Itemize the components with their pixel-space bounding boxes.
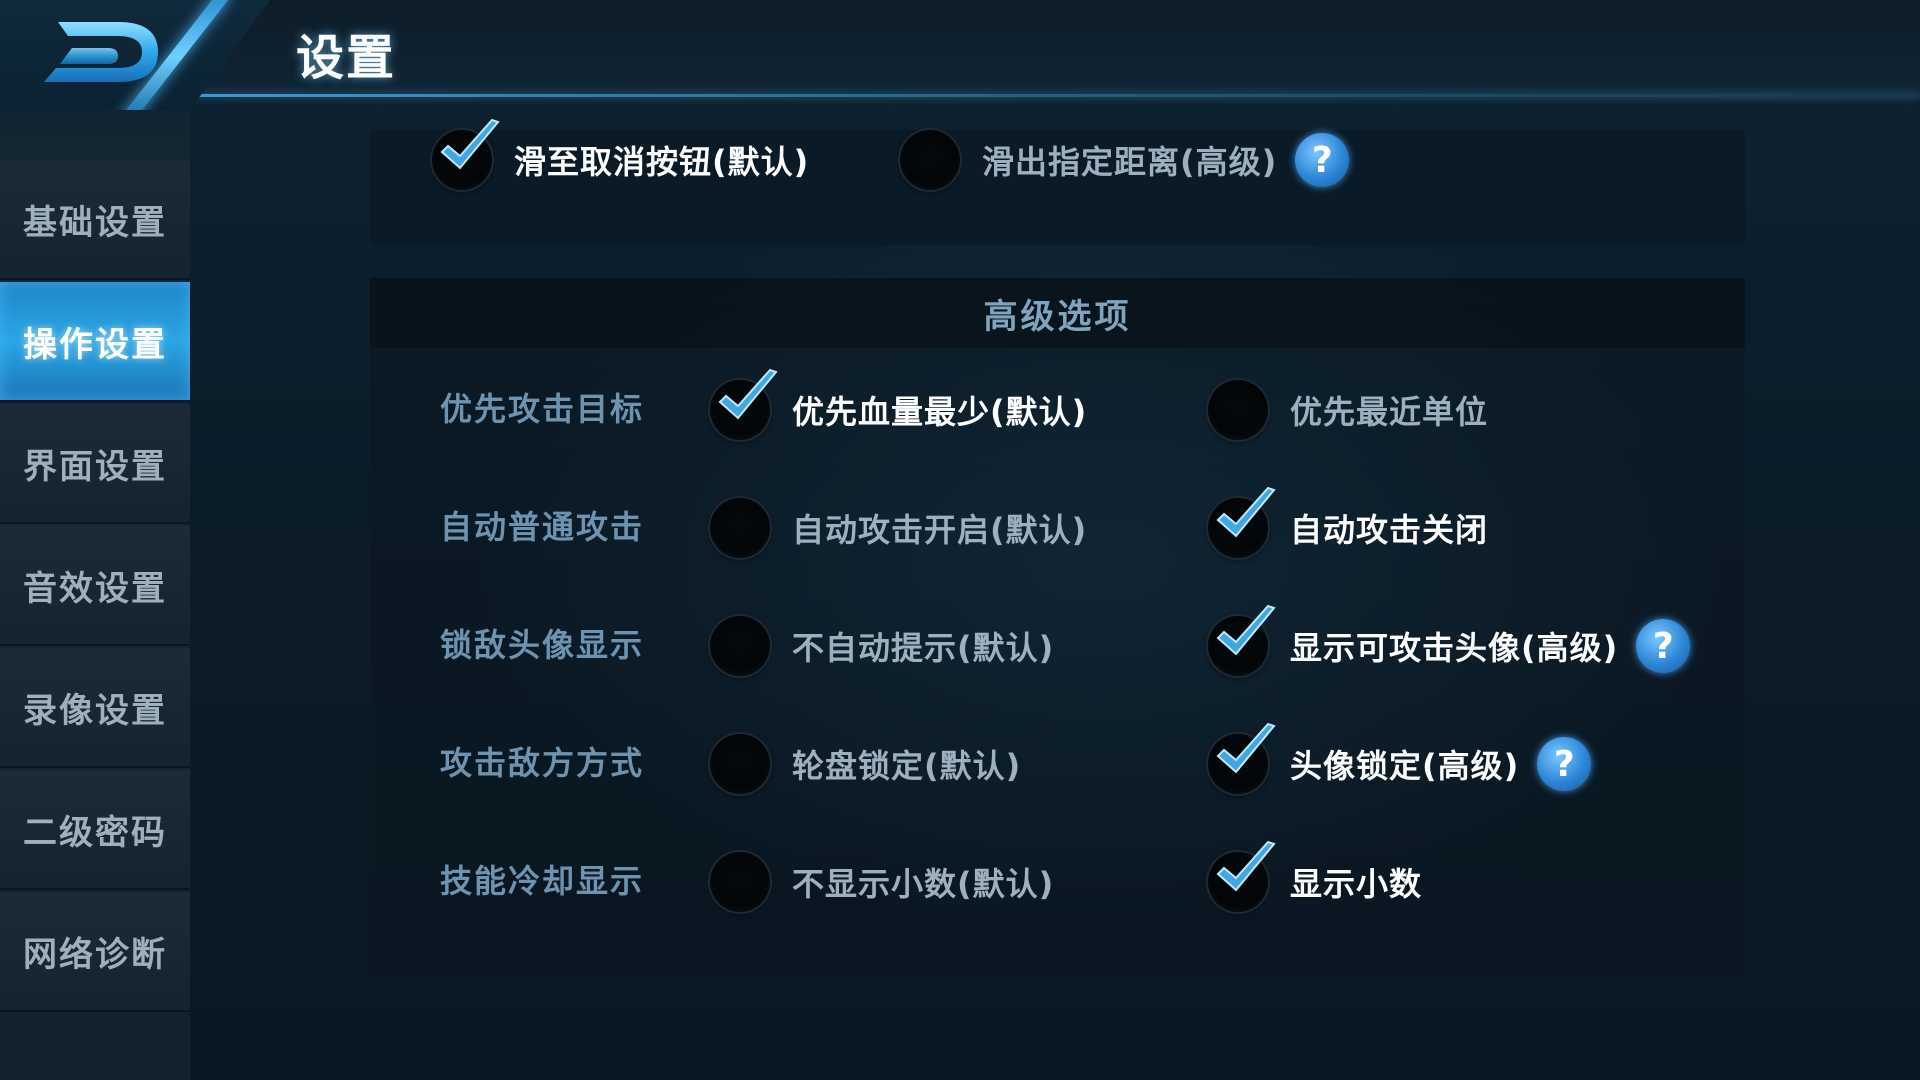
option-lowest-hp[interactable]: 优先血量最少(默认) [710,368,1088,442]
radio-button [710,852,770,912]
option-label: 不显示小数(默认) [792,865,1055,903]
header-bar [0,0,1920,100]
option-auto-attack-off[interactable]: 自动攻击关闭 [1208,486,1489,560]
sidebar-item-label: 操作设置 [23,324,167,365]
radio-button [1208,840,1276,912]
advanced-options-panel: 高级选项 优先攻击目标 优先血量最少(默认) 优先最近单位 自动普通攻击 自动攻… [370,278,1745,978]
header-divider [190,94,1920,97]
sidebar-top-decoration [0,110,190,160]
sidebar-item-interface[interactable]: 界面设置 [0,404,190,524]
radio-button [1208,722,1276,794]
option-label: 自动攻击开启(默认) [792,511,1088,549]
question-mark-icon[interactable]: ? [1537,737,1592,791]
option-label: 滑至取消按钮(默认) [514,143,810,181]
radio-button [432,118,500,190]
radio-button [900,130,960,190]
option-label: 头像锁定(高级) [1290,747,1520,785]
sidebar-item-label: 基础设置 [23,202,167,243]
option-label: 优先最近单位 [1290,393,1489,431]
checkmark-icon [1216,840,1276,892]
option-no-auto-hint[interactable]: 不自动提示(默认) [710,614,1054,678]
sidebar-item-label: 音效设置 [23,568,167,609]
row-label: 优先攻击目标 [440,390,645,428]
radio-button [710,734,770,794]
radio-button [1208,486,1276,558]
row-label: 自动普通攻击 [440,508,645,546]
option-label: 滑出指定距离(高级) [982,143,1278,181]
option-label: 显示小数 [1290,865,1423,903]
option-slide-to-cancel[interactable]: 滑至取消按钮(默认) [432,118,810,192]
option-auto-attack-on[interactable]: 自动攻击开启(默认) [710,496,1087,560]
sidebar-item-controls[interactable]: 操作设置 [0,282,190,402]
question-mark-icon[interactable]: ? [1295,133,1350,187]
question-mark-icon[interactable]: ? [1636,619,1691,673]
sidebar-item-replay[interactable]: 录像设置 [0,648,190,768]
option-label: 不自动提示(默认) [792,629,1055,667]
sidebar-item-password[interactable]: 二级密码 [0,770,190,890]
content-area: 滑至取消按钮(默认) 滑出指定距离(高级) ? 高级选项 优先攻击目标 优先血量… [190,100,1920,1080]
checkmark-icon [1216,486,1276,538]
back-button[interactable] [38,16,168,88]
section-title: 高级选项 [983,296,1132,337]
sidebar-item-network[interactable]: 网络诊断 [0,892,190,1012]
checkmark-icon [718,368,778,420]
radio-button [1208,604,1276,676]
settings-screen: 设置 基础设置 操作设置 界面设置 音效设置 录像设置 二级密码 网络诊断 滑至… [0,0,1920,1080]
sidebar: 基础设置 操作设置 界面设置 音效设置 录像设置 二级密码 网络诊断 [0,160,190,1080]
back-arrow-icon [44,22,158,82]
sidebar-item-basic[interactable]: 基础设置 [0,160,190,280]
option-slide-distance[interactable]: 滑出指定距离(高级) ? [900,128,1350,192]
option-label: 优先血量最少(默认) [792,393,1088,431]
sidebar-item-label: 界面设置 [23,446,167,487]
checkmark-icon [1216,722,1276,774]
page-title: 设置 [296,30,397,86]
radio-button [710,498,770,558]
sidebar-item-label: 网络诊断 [23,934,167,975]
row-label: 技能冷却显示 [440,862,645,900]
option-nearest-unit[interactable]: 优先最近单位 [1208,378,1488,442]
cancel-mode-panel: 滑至取消按钮(默认) 滑出指定距离(高级) ? [370,118,1745,245]
option-avatar-lock[interactable]: 头像锁定(高级) ? [1208,722,1592,796]
option-show-attackable-avatar[interactable]: 显示可攻击头像(高级) ? [1208,604,1691,678]
radio-button [1208,380,1268,440]
option-label: 自动攻击关闭 [1290,511,1489,549]
row-label: 锁敌头像显示 [440,626,645,664]
checkmark-icon [440,118,500,170]
option-show-decimals[interactable]: 显示小数 [1208,840,1423,914]
option-no-decimals[interactable]: 不显示小数(默认) [710,850,1054,914]
sidebar-item-sound[interactable]: 音效设置 [0,526,190,646]
checkmark-icon [1216,604,1276,656]
option-label: 轮盘锁定(默认) [792,747,1022,785]
advanced-options-header: 高级选项 [370,278,1745,348]
sidebar-item-label: 录像设置 [23,690,167,731]
sidebar-item-label: 二级密码 [23,812,167,853]
row-label: 攻击敌方方式 [440,744,645,782]
option-label: 显示可攻击头像(高级) [1290,629,1619,667]
option-wheel-lock[interactable]: 轮盘锁定(默认) [710,732,1021,796]
radio-button [710,616,770,676]
radio-button [710,368,778,440]
